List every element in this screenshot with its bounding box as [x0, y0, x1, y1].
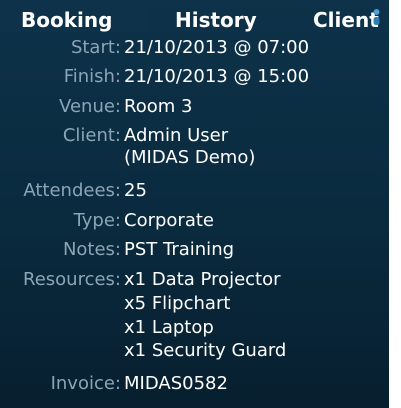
- start-label: Start:: [70, 37, 121, 58]
- client-value-line1: Admin User: [124, 125, 229, 146]
- field-resources-continued: x1 Laptop: [0, 316, 389, 340]
- field-client-continued: (MIDAS Demo): [0, 146, 389, 170]
- field-resources-continued: x5 Flipchart: [0, 292, 389, 316]
- client-value-line2: (MIDAS Demo): [124, 147, 256, 168]
- field-resources: Resources: x1 Data Projector: [0, 268, 389, 292]
- field-attendees: Attendees: 25: [0, 179, 389, 203]
- finish-value: 21/10/2013 @ 15:00: [124, 66, 310, 87]
- tab-client[interactable]: Client: [313, 0, 379, 32]
- client-person-icon[interactable]: [372, 8, 381, 26]
- field-invoice: Invoice: MIDAS0582: [0, 372, 389, 396]
- type-value: Corporate: [124, 210, 214, 231]
- client-label: Client:: [62, 125, 121, 146]
- start-value: 21/10/2013 @ 07:00: [124, 37, 310, 58]
- field-finish: Finish: 21/10/2013 @ 15:00: [0, 65, 389, 89]
- invoice-value[interactable]: MIDAS0582: [124, 372, 228, 396]
- finish-label: Finish:: [63, 66, 121, 87]
- resource-item: x1 Data Projector: [124, 269, 281, 290]
- notes-value: PST Training: [124, 239, 235, 260]
- tab-booking[interactable]: Booking: [0, 0, 148, 32]
- field-notes: Notes: PST Training: [0, 238, 389, 262]
- attendees-label: Attendees:: [23, 180, 121, 201]
- notes-label: Notes:: [62, 239, 121, 260]
- tab-bar: Booking History Client: [0, 0, 389, 34]
- field-type: Type: Corporate: [0, 209, 389, 233]
- attendees-value: 25: [124, 180, 147, 201]
- venue-label: Venue:: [59, 96, 121, 117]
- field-client: Client: Admin User: [0, 124, 389, 148]
- field-start: Start: 21/10/2013 @ 07:00: [0, 36, 389, 60]
- booking-details-panel: Booking History Client Start: 21/10/2013…: [0, 0, 389, 408]
- field-venue: Venue: Room 3: [0, 95, 389, 119]
- tab-history[interactable]: History: [175, 0, 257, 32]
- resource-item: x5 Flipchart: [124, 293, 231, 314]
- type-label: Type:: [73, 210, 121, 231]
- invoice-label: Invoice:: [50, 373, 121, 394]
- resources-label: Resources:: [23, 269, 121, 290]
- field-resources-continued: x1 Security Guard: [0, 339, 389, 363]
- venue-value: Room 3: [124, 96, 193, 117]
- resource-item: x1 Security Guard: [124, 340, 287, 361]
- resource-item: x1 Laptop: [124, 317, 214, 338]
